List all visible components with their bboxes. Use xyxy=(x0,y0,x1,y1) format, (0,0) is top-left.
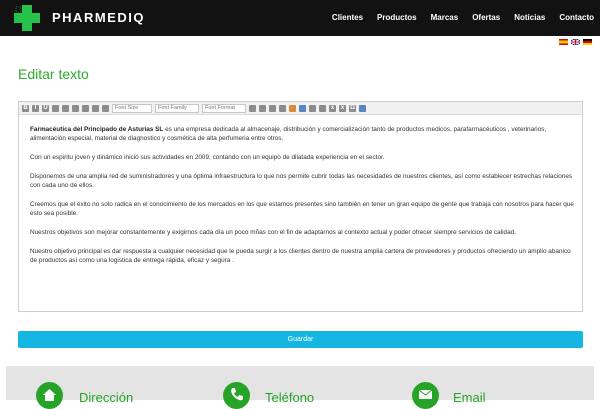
numbered-list-icon[interactable] xyxy=(102,104,109,112)
email-icon xyxy=(412,382,439,409)
footer-email-label: Email xyxy=(453,390,486,405)
paragraph-2: Con un espiritu joven y dinámico inició … xyxy=(30,154,385,162)
nav-marcas[interactable]: Marcas xyxy=(431,13,459,22)
brand-name[interactable]: PHARMEDIQ xyxy=(52,10,145,25)
paragraph-5: Nuestros objetivos son mejorar constante… xyxy=(30,229,516,237)
footer-phone-label: Teléfono xyxy=(265,390,315,405)
paste-icon[interactable] xyxy=(269,104,276,112)
pharmacy-cross-logo[interactable] xyxy=(12,3,42,33)
paragraph-6: Nuestro objetivo principal es dar respue… xyxy=(30,247,571,265)
font-family-select[interactable]: Font Family xyxy=(155,103,199,113)
top-navbar: PHARMEDIQ Clientes Productos Marcas Ofer… xyxy=(0,0,600,36)
german-flag-icon[interactable] xyxy=(583,39,592,45)
paragraph-3: Disponemos de una amplia red de suminist… xyxy=(30,172,573,190)
bold-icon[interactable]: B xyxy=(22,104,29,112)
symbol-icon[interactable]: Ω xyxy=(349,104,356,112)
align-center-icon[interactable] xyxy=(62,104,69,112)
link-icon[interactable] xyxy=(289,104,296,112)
italic-icon[interactable]: I xyxy=(32,104,39,112)
contact-footer: Dirección Teléfono Email xyxy=(6,366,594,409)
save-button[interactable]: Guardar xyxy=(18,331,583,348)
nav-productos[interactable]: Productos xyxy=(377,13,417,22)
footer-address-label: Dirección xyxy=(79,390,134,405)
align-left-icon[interactable] xyxy=(52,104,59,112)
font-format-select[interactable]: Font Format xyxy=(202,103,246,113)
nav-clientes[interactable]: Clientes xyxy=(332,13,363,22)
english-flag-icon[interactable] xyxy=(571,39,580,45)
table-icon[interactable] xyxy=(309,104,316,112)
rich-text-editor[interactable]: B I U Font Size Font Family Font Format … xyxy=(18,101,583,312)
subscript-icon[interactable]: x xyxy=(329,104,336,112)
company-name: Farmacéutica del Principado de Asturias … xyxy=(30,126,164,133)
page-title: Editar texto xyxy=(18,66,89,82)
language-switcher xyxy=(556,39,592,45)
paragraph-1: Farmacéutica del Principado de Asturias … xyxy=(30,125,575,144)
align-right-icon[interactable] xyxy=(72,104,79,112)
copy-icon[interactable] xyxy=(259,104,266,112)
nav-ofertas[interactable]: Ofertas xyxy=(472,13,500,22)
font-size-select[interactable]: Font Size xyxy=(112,103,152,113)
image-icon[interactable] xyxy=(299,104,306,112)
editor-toolbar: B I U Font Size Font Family Font Format … xyxy=(19,102,582,115)
paragraph-4: Creemos que el éxito no solo radica en e… xyxy=(30,200,574,218)
phone-icon xyxy=(223,382,250,409)
underline-icon[interactable]: U xyxy=(42,104,49,112)
print-icon[interactable] xyxy=(279,104,286,112)
superscript-icon[interactable]: x xyxy=(339,104,346,112)
main-nav: Clientes Productos Marcas Ofertas Notici… xyxy=(318,13,594,22)
address-icon xyxy=(36,382,63,409)
horizontal-rule-icon[interactable] xyxy=(319,104,326,112)
source-code-icon[interactable] xyxy=(359,104,366,112)
cut-icon[interactable] xyxy=(249,104,256,112)
align-justify-icon[interactable] xyxy=(82,104,89,112)
editor-content[interactable]: Farmacéutica del Principado de Asturias … xyxy=(30,125,575,275)
spanish-flag-icon[interactable] xyxy=(559,39,568,45)
nav-noticias[interactable]: Noticias xyxy=(514,13,545,22)
bullet-list-icon[interactable] xyxy=(92,104,99,112)
nav-contacto[interactable]: Contacto xyxy=(559,13,594,22)
